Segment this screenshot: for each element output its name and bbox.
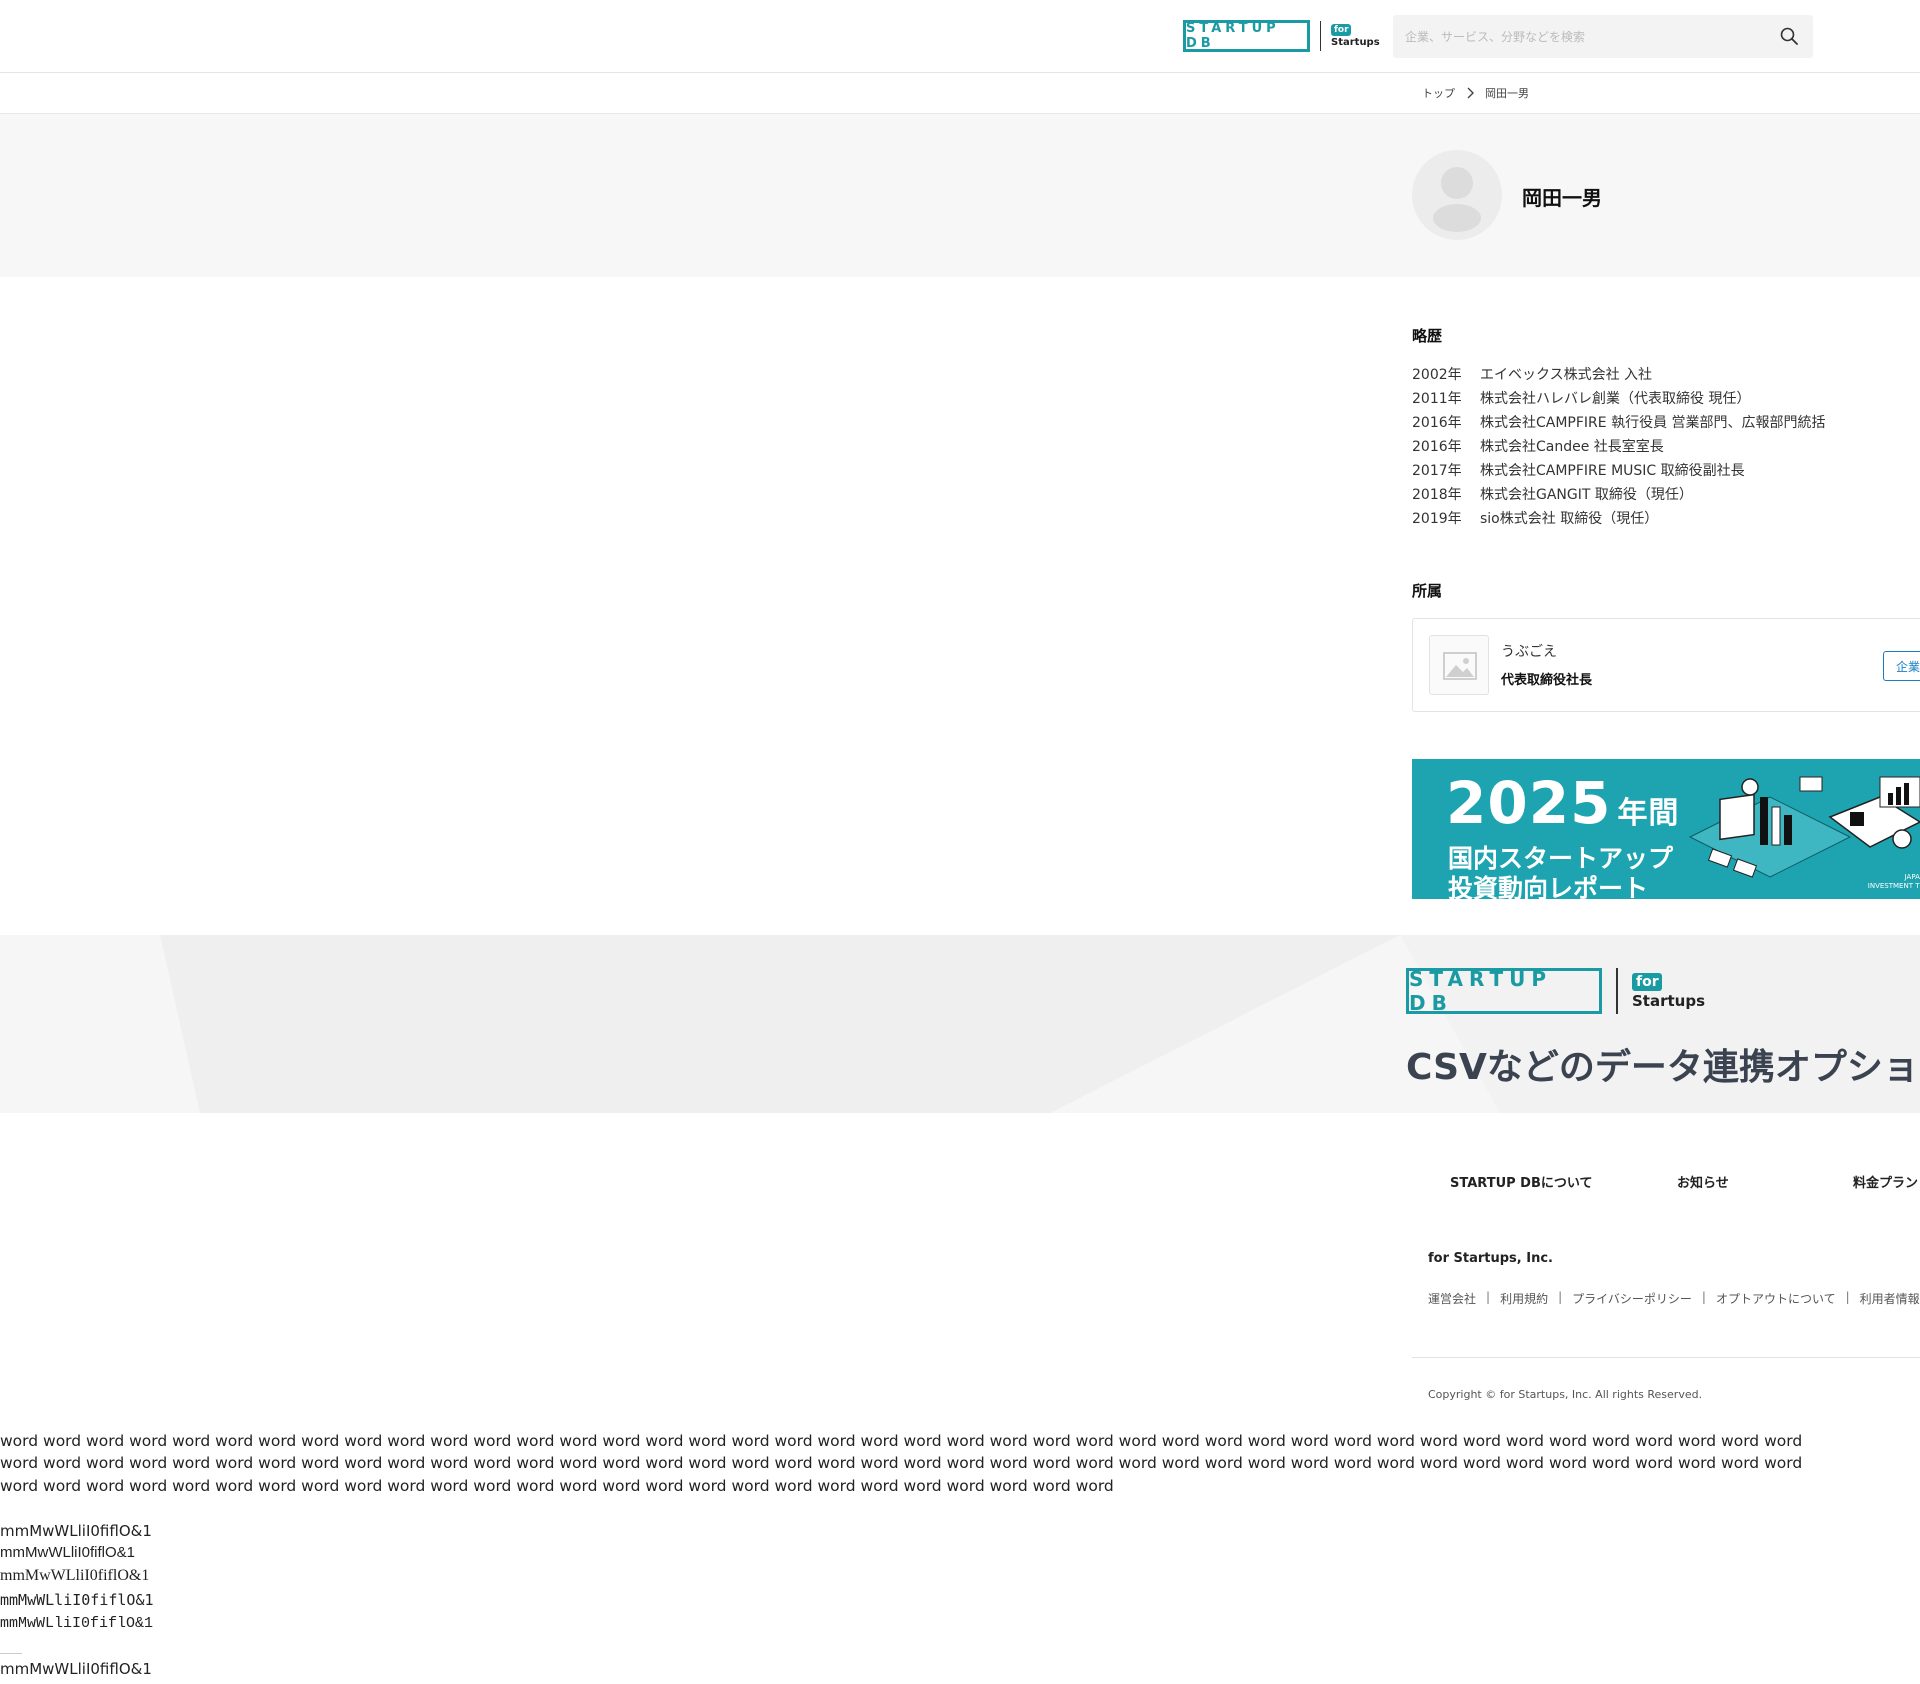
- font-sample-serif: mmMwWLliI0fiflO&1: [0, 1567, 150, 1584]
- font-sample-block: mmMwWLliI0fiflO&1 mmMwWLliI0fiflO&1 mmMw…: [0, 1520, 154, 1636]
- career-text: sio株式会社 取締役（現任）: [1480, 511, 1659, 527]
- promo-headline: CSVなどのデータ連携オプショ: [1406, 1047, 1919, 1088]
- word-line: word word word word word word word word …: [0, 1454, 1803, 1473]
- career-item: 2016年 株式会社CAMPFIRE 執行役員 営業部門、広報部門統括: [1412, 411, 1826, 435]
- career-text: 株式会社Candee 社長室室長: [1480, 439, 1664, 455]
- logo-for-badge: for: [1331, 24, 1351, 36]
- career-list: 2002年 エイベックス株式会社 入社 2011年 株式会社ハレバレ創業（代表取締役…: [1412, 363, 1826, 531]
- banner-line-3: 投資動向レポート: [1448, 874, 1649, 899]
- footer-link-separator: |: [1701, 1290, 1706, 1304]
- search-input[interactable]: [1393, 15, 1773, 58]
- career-item: 2019年 sio株式会社 取締役（現任）: [1412, 507, 1826, 531]
- company-detail-button[interactable]: 企業: [1883, 651, 1920, 681]
- promo-logo-startups-text: Startups: [1632, 991, 1706, 1010]
- search-box: [1393, 15, 1813, 58]
- footer-link-user-info[interactable]: 利用者情報: [1860, 1290, 1920, 1307]
- word-test-block: word word word word word word word word …: [0, 1430, 1920, 1497]
- career-text: 株式会社CAMPFIRE 執行役員 営業部門、広報部門統括: [1480, 415, 1826, 431]
- font-sample-dejavu-mono: mmMwWLliI0fiflO&1: [0, 1591, 154, 1609]
- footer-links: 運営会社 | 利用規約 | プライバシーポリシー | オプトアウトについて | 利用者情…: [1428, 1290, 1920, 1307]
- footer-link-operator[interactable]: 運営会社: [1428, 1290, 1476, 1307]
- report-banner[interactable]: 2025年間 国内スタートアップ 投資動向レポート 202 JAPANES IN…: [1412, 759, 1920, 899]
- font-sample-liberation-sans: mmMwWLliI0fiflO&1: [0, 1544, 136, 1561]
- site-header: STARTUP DB for Startups: [0, 0, 1920, 73]
- career-item: 2011年 株式会社ハレバレ創業（代表取締役 現任）: [1412, 387, 1826, 411]
- data-option-promo[interactable]: STARTUP DB for Startups CSVなどのデータ連携オプショ: [0, 935, 1920, 1113]
- affiliation-role: 代表取締役社長: [1501, 673, 1593, 688]
- font-sample-liberation-mono: mmMwWLliI0fiflO&1: [0, 1615, 154, 1632]
- career-text: 株式会社ハレバレ創業（代表取締役 現任）: [1480, 391, 1751, 407]
- logo-startups-text: Startups: [1331, 37, 1380, 48]
- banner-year-suffix: 年間: [1617, 796, 1680, 831]
- career-year: 2011年: [1412, 391, 1462, 407]
- font-sample-dejavu-sans: mmMwWLliI0fiflO&1: [0, 1522, 152, 1540]
- career-year: 2019年: [1412, 511, 1462, 527]
- startup-db-logo[interactable]: STARTUP DB for Startups: [1183, 20, 1380, 52]
- footer-nav-about[interactable]: STARTUP DBについて: [1450, 1172, 1593, 1191]
- banner-small-line-3: INVESTMENT TREN: [1867, 882, 1920, 890]
- word-line: word word word word word word word word …: [0, 1432, 1803, 1450]
- footer-link-terms[interactable]: 利用規約: [1500, 1290, 1548, 1307]
- promo-logo-db-text: STARTUP DB: [1406, 967, 1602, 1015]
- banner-small-line-1: 202: [1864, 864, 1920, 873]
- career-item: 2002年 エイベックス株式会社 入社: [1412, 363, 1826, 387]
- affiliation-card[interactable]: うぶごえ 代表取締役社長 企業: [1412, 618, 1920, 712]
- footer-nav-pricing[interactable]: 料金プラン: [1853, 1172, 1918, 1191]
- footer-nav-news[interactable]: お知らせ: [1677, 1172, 1729, 1191]
- person-name: 岡田一男: [1522, 186, 1602, 210]
- sample-divider: [0, 1653, 22, 1654]
- career-section-title: 略歴: [1412, 327, 1443, 345]
- profile-header-band: [0, 114, 1920, 277]
- career-item: 2016年 株式会社Candee 社長室室長: [1412, 435, 1826, 459]
- search-icon[interactable]: [1779, 26, 1799, 46]
- career-year: 2018年: [1412, 487, 1462, 503]
- logo-db-text: STARTUP DB: [1183, 20, 1310, 52]
- footer-divider: [1412, 1357, 1920, 1358]
- company-logo-placeholder: [1429, 635, 1489, 695]
- career-text: エイベックス株式会社 入社: [1480, 367, 1653, 383]
- career-year: 2002年: [1412, 367, 1462, 383]
- breadcrumb: トップ 岡田一男: [0, 74, 1920, 114]
- banner-small-caption: 202 JAPANES INVESTMENT TREN: [1864, 864, 1920, 891]
- footer-link-privacy[interactable]: プライバシーポリシー: [1572, 1290, 1692, 1307]
- promo-for-startups-mark: for Startups: [1632, 972, 1706, 1010]
- footer-link-separator: |: [1845, 1290, 1850, 1304]
- career-item: 2017年 株式会社CAMPFIRE MUSIC 取締役副社長: [1412, 459, 1826, 483]
- footer-nav: STARTUP DBについて お知らせ 料金プラン: [0, 1172, 1920, 1192]
- chevron-right-icon: [1467, 87, 1474, 99]
- person-placeholder-icon: [1433, 167, 1481, 232]
- banner-year: 2025: [1446, 769, 1612, 837]
- promo-logo-for-badge: for: [1632, 972, 1662, 991]
- footer-company-name: for Startups, Inc.: [1428, 1251, 1553, 1266]
- banner-small-line-2: JAPANES: [1904, 873, 1920, 881]
- career-item: 2018年 株式会社GANGIT 取締役（現任）: [1412, 483, 1826, 507]
- footer-link-separator: |: [1486, 1290, 1491, 1304]
- for-startups-mark: for Startups: [1331, 24, 1380, 48]
- career-text: 株式会社GANGIT 取締役（現任）: [1480, 487, 1693, 503]
- affiliation-company-name[interactable]: うぶごえ: [1501, 641, 1557, 661]
- logo-divider: [1320, 21, 1321, 51]
- career-year: 2016年: [1412, 439, 1462, 455]
- footer-link-optout[interactable]: オプトアウトについて: [1716, 1290, 1836, 1307]
- breadcrumb-top-link[interactable]: トップ: [1422, 85, 1455, 101]
- promo-logo-divider: [1616, 968, 1618, 1014]
- word-line: word word word word word word word word …: [0, 1476, 1114, 1495]
- career-year: 2016年: [1412, 415, 1462, 431]
- image-placeholder-icon: [1443, 652, 1477, 680]
- career-year: 2017年: [1412, 463, 1462, 479]
- banner-year-heading: 2025 年間: [1446, 769, 1679, 837]
- avatar: [1412, 150, 1502, 240]
- footer-link-separator: |: [1558, 1290, 1563, 1304]
- copyright: Copyright © for Startups, Inc. All right…: [1428, 1388, 1703, 1401]
- affiliation-section-title: 所属: [1412, 582, 1443, 600]
- promo-startup-db-logo: STARTUP DB for Startups: [1406, 967, 1706, 1015]
- font-sample-final: mmMwWLliI0fiflO&1: [0, 1660, 152, 1678]
- career-text: 株式会社CAMPFIRE MUSIC 取締役副社長: [1480, 463, 1745, 479]
- breadcrumb-current: 岡田一男: [1485, 87, 1529, 100]
